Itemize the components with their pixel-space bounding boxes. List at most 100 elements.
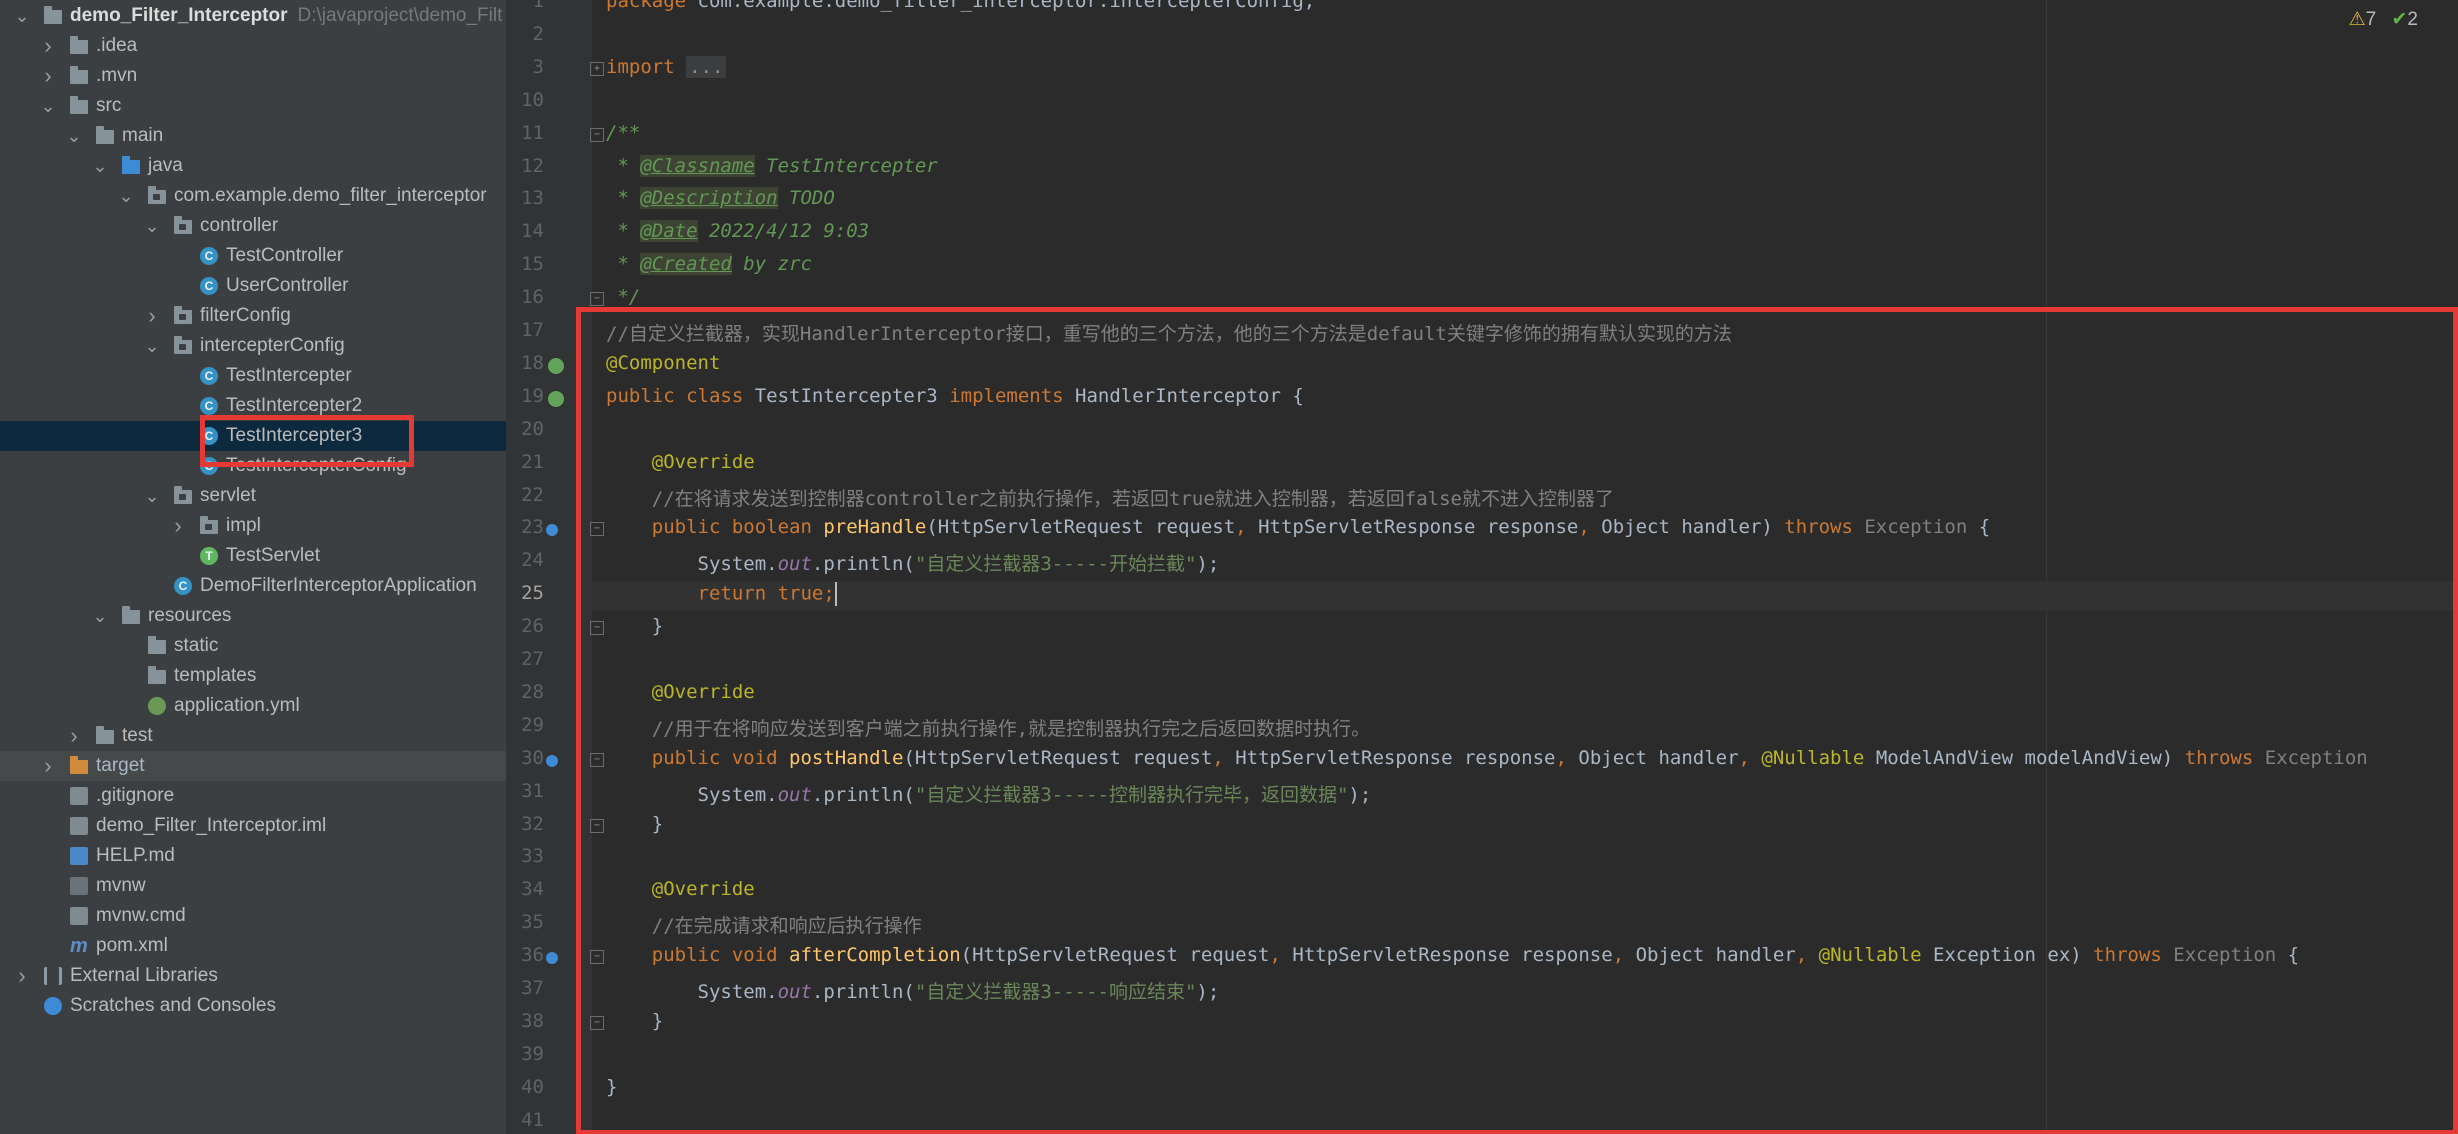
tree-item[interactable]: ⌄ main	[0, 121, 506, 151]
line-number[interactable]: 35	[506, 911, 544, 933]
line-number[interactable]: 12	[506, 155, 544, 177]
tree-item[interactable]: ⌄ controller	[0, 211, 506, 241]
chevron-right-icon[interactable]: ›	[40, 61, 56, 91]
line-number[interactable]: 3	[506, 56, 544, 78]
chevron-down-icon[interactable]: ⌄	[144, 211, 160, 241]
chevron-down-icon[interactable]: ⌄	[40, 91, 56, 121]
chevron-right-icon[interactable]: ›	[66, 721, 82, 751]
line-number[interactable]: 32	[506, 813, 544, 835]
tree-item[interactable]: ⌄ intercepterConfig	[0, 331, 506, 361]
fold-collapse-icon[interactable]: −	[590, 292, 604, 307]
tree-item[interactable]: T TestServlet	[0, 541, 506, 571]
code-editor[interactable]: 1 2 3 +10 11−12 13 14 15 16−17 18 19 20 21 22 23−24 25 2…	[506, 0, 2458, 1134]
tree-item[interactable]: static	[0, 631, 506, 661]
line-number[interactable]: 13	[506, 187, 544, 209]
line-number[interactable]: 34	[506, 878, 544, 900]
chevron-down-icon[interactable]: ⌄	[144, 331, 160, 361]
tree-item[interactable]: › filterConfig	[0, 301, 506, 331]
code-line[interactable]: /**	[606, 122, 640, 144]
tree-item[interactable]: mvnw.cmd	[0, 901, 506, 931]
tree-item[interactable]: application.yml	[0, 691, 506, 721]
tree-item[interactable]: HELP.md	[0, 841, 506, 871]
tree-item[interactable]: ⌄ resources	[0, 601, 506, 631]
line-number[interactable]: 17	[506, 319, 544, 341]
tree-item[interactable]: ⌄ demo_Filter_Interceptor D:\javaproject\d…	[0, 1, 506, 31]
spring-bean-icon[interactable]	[548, 390, 564, 407]
tree-item[interactable]: C TestIntercepter	[0, 361, 506, 391]
implements-method-icon[interactable]	[546, 524, 558, 537]
tree-item[interactable]: ⌄ src	[0, 91, 506, 121]
line-number[interactable]: 11	[506, 122, 544, 144]
tree-item[interactable]: .gitignore	[0, 781, 506, 811]
code-line[interactable]: */	[606, 286, 640, 308]
line-number[interactable]: 14	[506, 220, 544, 242]
line-number[interactable]: 10	[506, 89, 544, 111]
line-number[interactable]: 2	[506, 23, 544, 45]
chevron-down-icon[interactable]: ⌄	[92, 151, 108, 181]
spring-bean-icon[interactable]	[548, 357, 564, 374]
implements-method-icon[interactable]	[546, 754, 558, 767]
chevron-right-icon[interactable]: ›	[170, 511, 186, 541]
chevron-down-icon[interactable]: ⌄	[92, 601, 108, 631]
implements-method-icon[interactable]	[546, 952, 558, 965]
code-line[interactable]: package com.example.demo_filter_intercep…	[606, 0, 1315, 12]
line-number[interactable]: 1	[506, 0, 544, 12]
tree-item[interactable]: mvnw	[0, 871, 506, 901]
line-number[interactable]: 23	[506, 516, 544, 538]
line-number[interactable]: 16	[506, 286, 544, 308]
tree-item[interactable]: › test	[0, 721, 506, 751]
line-number[interactable]: 27	[506, 648, 544, 670]
tree-item[interactable]: › External Libraries	[0, 961, 506, 991]
tree-item[interactable]: › .idea	[0, 31, 506, 61]
code-line[interactable]: * @Description TODO	[606, 187, 835, 210]
line-number[interactable]: 15	[506, 253, 544, 275]
tree-item[interactable]: › .mvn	[0, 61, 506, 91]
tree-item[interactable]: C TestController	[0, 241, 506, 271]
tree-item[interactable]: templates	[0, 661, 506, 691]
tree-item[interactable]: C UserController	[0, 271, 506, 301]
chevron-right-icon[interactable]: ›	[144, 301, 160, 331]
tree-item[interactable]: C DemoFilterInterceptorApplication	[0, 571, 506, 601]
inspection-widget[interactable]: ⚠7 ✔2	[2349, 8, 2418, 31]
chevron-down-icon[interactable]: ⌄	[66, 121, 82, 151]
line-number[interactable]: 31	[506, 780, 544, 802]
tree-item[interactable]: m pom.xml	[0, 931, 506, 961]
chevron-down-icon[interactable]: ⌄	[144, 481, 160, 511]
chevron-right-icon[interactable]: ›	[40, 31, 56, 61]
line-number[interactable]: 21	[506, 451, 544, 473]
line-number[interactable]: 28	[506, 681, 544, 703]
line-number[interactable]: 38	[506, 1010, 544, 1032]
code-line[interactable]: * @Classname TestIntercepter	[606, 154, 938, 177]
tree-item[interactable]: ⌄ com.example.demo_filter_interceptor	[0, 181, 506, 211]
chevron-down-icon[interactable]: ⌄	[14, 1, 30, 31]
tree-item[interactable]: demo_Filter_Interceptor.iml	[0, 811, 506, 841]
line-number[interactable]: 29	[506, 714, 544, 736]
line-number[interactable]: 33	[506, 845, 544, 867]
code-line[interactable]: * @Created by zrc	[606, 253, 812, 276]
chevron-down-icon[interactable]: ⌄	[118, 181, 134, 211]
line-number[interactable]: 40	[506, 1076, 544, 1098]
line-number[interactable]: 18	[506, 352, 544, 374]
line-number[interactable]: 20	[506, 418, 544, 440]
tree-item[interactable]: › target	[0, 751, 506, 781]
line-number[interactable]: 26	[506, 615, 544, 637]
line-number[interactable]: 39	[506, 1043, 544, 1065]
line-number[interactable]: 25	[506, 582, 544, 604]
fold-expand-icon[interactable]: +	[590, 61, 604, 76]
line-number[interactable]: 19	[506, 385, 544, 407]
line-number[interactable]: 37	[506, 977, 544, 999]
tree-item[interactable]: ⌄ servlet	[0, 481, 506, 511]
code-line[interactable]: * @Date 2022/4/12 9:03	[606, 220, 869, 243]
line-number[interactable]: 22	[506, 484, 544, 506]
tree-item[interactable]: ⌄ java	[0, 151, 506, 181]
code-line[interactable]: import ...	[606, 55, 727, 78]
fold-collapse-icon[interactable]: −	[590, 127, 604, 142]
line-number[interactable]: 36	[506, 944, 544, 966]
project-tree-panel[interactable]: ⌄ demo_Filter_Interceptor D:\javaproject\d…	[0, 0, 506, 1134]
chevron-right-icon[interactable]: ›	[40, 751, 56, 781]
line-number[interactable]: 30	[506, 747, 544, 769]
tree-item[interactable]: Scratches and Consoles	[0, 991, 506, 1021]
line-number[interactable]: 24	[506, 549, 544, 571]
line-number[interactable]: 41	[506, 1109, 544, 1131]
tree-item[interactable]: › impl	[0, 511, 506, 541]
